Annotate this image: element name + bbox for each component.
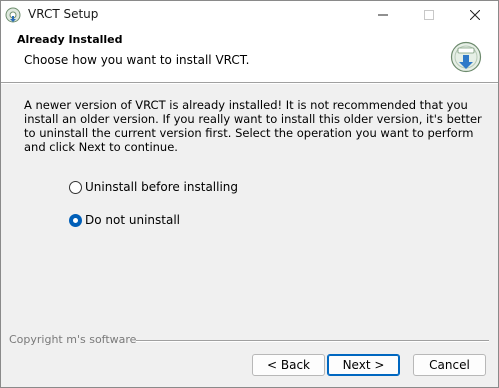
back-button[interactable]: < Back — [252, 354, 325, 376]
page-subtitle: Choose how you want to install VRCT. — [24, 53, 250, 67]
radio-selected[interactable] — [69, 213, 82, 227]
page-title: Already Installed — [17, 33, 123, 46]
wizard-header: Already Installed Choose how you want to… — [1, 29, 498, 82]
header-separator — [1, 82, 498, 84]
install-disk-icon — [450, 41, 482, 73]
installer-icon — [5, 7, 21, 23]
close-icon — [470, 10, 480, 20]
title-bar: VRCT Setup — [1, 1, 498, 29]
minimize-icon — [378, 14, 388, 16]
installer-window: VRCT Setup Already Installed Choose how … — [0, 0, 499, 388]
maximize-button[interactable] — [406, 1, 452, 29]
window-title: VRCT Setup — [28, 7, 99, 21]
description-text: A newer version of VRCT is already insta… — [24, 98, 482, 154]
maximize-icon — [424, 10, 434, 20]
option-do-not-uninstall[interactable]: Do not uninstall — [69, 213, 180, 227]
next-button[interactable]: Next > — [327, 354, 400, 376]
cancel-button[interactable]: Cancel — [413, 354, 486, 376]
copyright-text: Copyright m's software — [9, 333, 137, 346]
footer-separator — [125, 340, 489, 342]
option-label: Uninstall before installing — [85, 180, 239, 194]
close-button[interactable] — [452, 1, 498, 29]
radio-unselected[interactable] — [69, 180, 82, 194]
option-uninstall-before-installing[interactable]: Uninstall before installing — [69, 180, 238, 194]
minimize-button[interactable] — [360, 1, 406, 29]
option-label: Do not uninstall — [85, 213, 180, 227]
